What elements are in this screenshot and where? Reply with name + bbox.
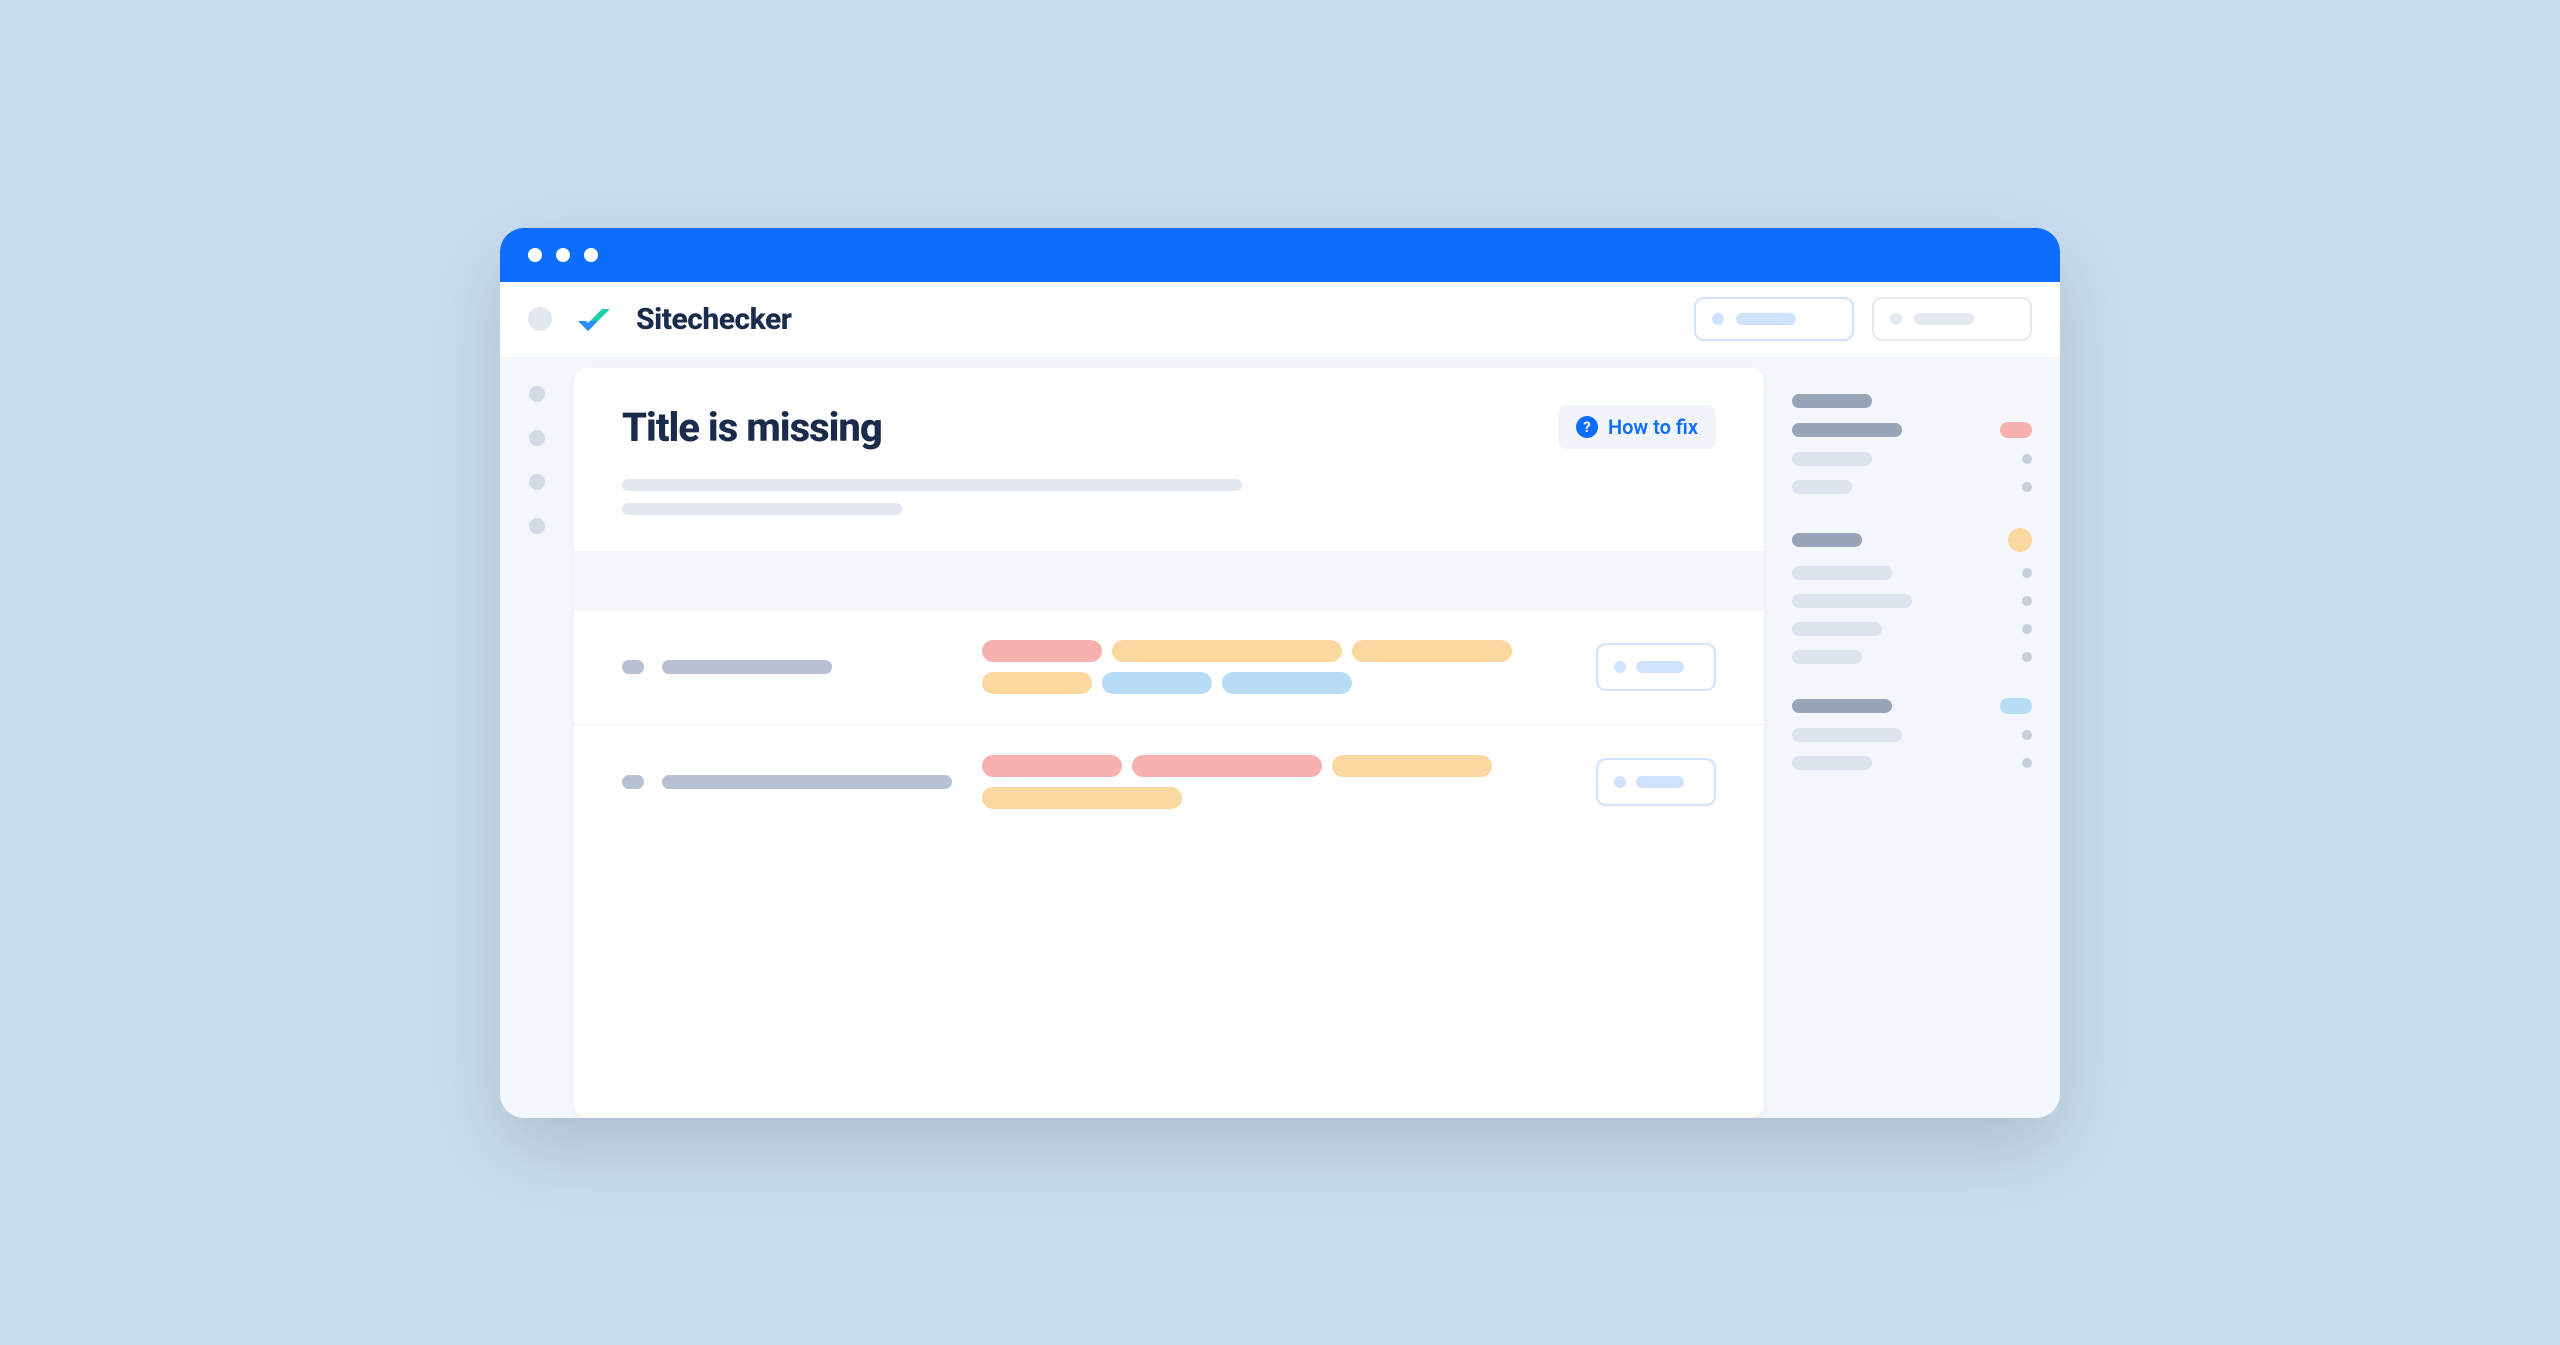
header-actions [1694, 297, 2032, 341]
sidepanel-item[interactable] [1792, 566, 2032, 580]
sidepanel-label [1792, 423, 1902, 437]
sidepanel-sublabel [1792, 452, 1872, 466]
row-info [622, 660, 962, 674]
tag [1352, 640, 1512, 662]
sidepanel-item[interactable] [1792, 728, 2032, 742]
row-tags [982, 755, 1576, 809]
window-control-maximize[interactable] [584, 248, 598, 262]
tag [982, 787, 1182, 809]
row-tags [982, 640, 1576, 694]
status-badge-info [2000, 698, 2032, 714]
count-dot [2022, 482, 2032, 492]
row-url-placeholder [662, 775, 952, 789]
filter-bar [574, 551, 1764, 609]
left-nav [500, 358, 574, 1118]
row-url-placeholder [662, 660, 832, 674]
sidepanel-group [1792, 698, 2032, 770]
row-indicator [622, 775, 644, 789]
row-action-button[interactable] [1596, 643, 1716, 691]
sidepanel-sublabel [1792, 650, 1862, 664]
placeholder-label [1636, 661, 1684, 673]
sidepanel-sublabel [1792, 480, 1852, 494]
issue-row [574, 609, 1764, 724]
sidepanel-group [1792, 528, 2032, 664]
status-badge-critical [2000, 422, 2032, 438]
sidepanel-item[interactable] [1792, 756, 2032, 770]
sidepanel-label [1792, 699, 1892, 713]
issue-row [574, 724, 1764, 839]
count-dot [2022, 624, 2032, 634]
window-titlebar [500, 228, 2060, 282]
tag [982, 755, 1122, 777]
sidepanel-sublabel [1792, 594, 1912, 608]
issue-card: Title is missing ? How to fix [574, 368, 1764, 1118]
sidepanel-item[interactable] [1792, 394, 2032, 408]
sidepanel-item[interactable] [1792, 528, 2032, 552]
app-body: Title is missing ? How to fix [500, 358, 2060, 1118]
sidepanel-sublabel [1792, 566, 1892, 580]
app-header: Sitechecker [500, 282, 2060, 358]
description-placeholder [622, 503, 902, 515]
sidepanel-item[interactable] [1792, 594, 2032, 608]
count-dot [2022, 596, 2032, 606]
placeholder-label [1736, 313, 1796, 325]
question-circle-icon: ? [1576, 416, 1598, 438]
sidepanel-item[interactable] [1792, 698, 2032, 714]
placeholder-icon [1614, 661, 1626, 673]
menu-toggle[interactable] [528, 307, 552, 331]
tag [1102, 672, 1212, 694]
status-badge-warning [2008, 528, 2032, 552]
placeholder-icon [1614, 776, 1626, 788]
count-dot [2022, 730, 2032, 740]
sidepanel-label [1792, 533, 1862, 547]
count-dot [2022, 454, 2032, 464]
how-to-fix-label: How to fix [1608, 415, 1698, 439]
sitechecker-logo-icon [574, 299, 614, 339]
description-placeholder [622, 479, 1242, 491]
tag [1222, 672, 1352, 694]
header-button-primary[interactable] [1694, 297, 1854, 341]
sidepanel-item[interactable] [1792, 452, 2032, 466]
sidepanel-item[interactable] [1792, 650, 2032, 664]
brand-name: Sitechecker [636, 302, 791, 337]
row-action-button[interactable] [1596, 758, 1716, 806]
window-control-minimize[interactable] [556, 248, 570, 262]
sidepanel-item[interactable] [1792, 480, 2032, 494]
row-indicator [622, 660, 644, 674]
header-button-secondary[interactable] [1872, 297, 2032, 341]
card-header: Title is missing ? How to fix [574, 368, 1764, 551]
sidepanel-sublabel [1792, 756, 1872, 770]
nav-item[interactable] [529, 386, 545, 402]
tag [982, 672, 1092, 694]
card-title-row: Title is missing ? How to fix [622, 404, 1716, 451]
row-info [622, 775, 962, 789]
nav-item[interactable] [529, 430, 545, 446]
issue-title: Title is missing [622, 404, 882, 451]
count-dot [2022, 652, 2032, 662]
tag [1132, 755, 1322, 777]
how-to-fix-button[interactable]: ? How to fix [1558, 405, 1716, 449]
sidepanel-item[interactable] [1792, 422, 2032, 438]
sidepanel-group [1792, 394, 2032, 494]
sidepanel-sublabel [1792, 728, 1902, 742]
sidepanel-label [1792, 394, 1872, 408]
main-area: Title is missing ? How to fix [574, 358, 2060, 1118]
tag [1112, 640, 1342, 662]
placeholder-label [1914, 313, 1974, 325]
side-panel [1792, 358, 2032, 1118]
nav-item[interactable] [529, 518, 545, 534]
placeholder-icon [1712, 313, 1724, 325]
count-dot [2022, 758, 2032, 768]
count-dot [2022, 568, 2032, 578]
placeholder-icon [1890, 313, 1902, 325]
placeholder-label [1636, 776, 1684, 788]
sidepanel-item[interactable] [1792, 622, 2032, 636]
tag [982, 640, 1102, 662]
sidepanel-sublabel [1792, 622, 1882, 636]
app-window: Sitechecker Title is missing [500, 228, 2060, 1118]
nav-item[interactable] [529, 474, 545, 490]
tag [1332, 755, 1492, 777]
window-control-close[interactable] [528, 248, 542, 262]
